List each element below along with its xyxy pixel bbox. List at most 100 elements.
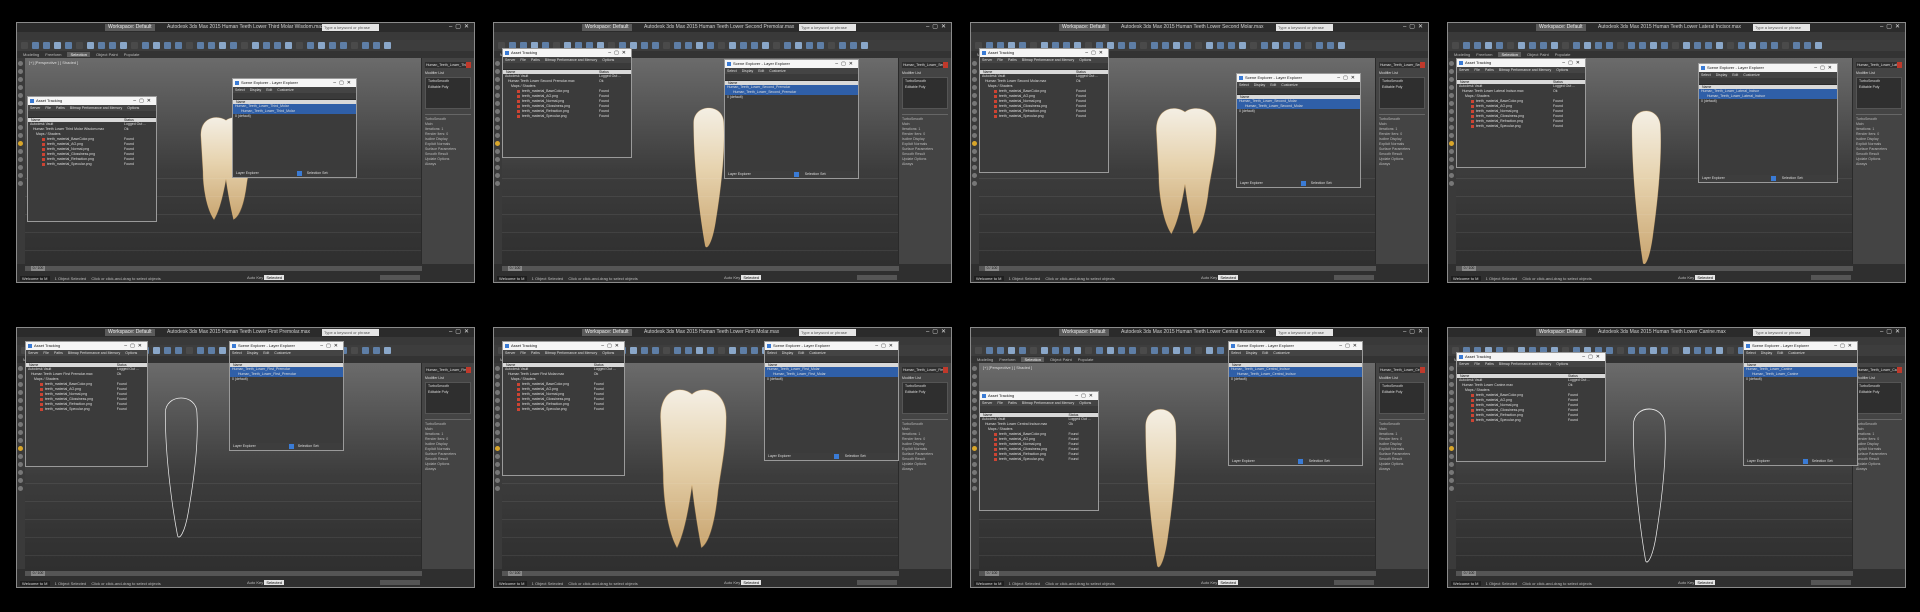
toolbar-icon[interactable]	[32, 42, 39, 49]
dialog-menu-item[interactable]: File	[520, 58, 526, 62]
viewport-tool-icon[interactable]	[495, 125, 500, 130]
dialog-window-controls[interactable]: –▢✕	[333, 79, 354, 87]
autokey-button[interactable]: Auto Key	[247, 275, 263, 280]
playback-controls[interactable]	[857, 275, 897, 280]
object-color-swatch[interactable]	[943, 367, 948, 373]
toolbar-icon[interactable]	[1452, 42, 1459, 49]
viewport-tool-icon[interactable]	[972, 422, 977, 427]
dialog-menu-item[interactable]: Options	[127, 106, 139, 110]
viewport-tool-icon[interactable]	[495, 157, 500, 162]
toolbar-icon[interactable]	[164, 42, 171, 49]
dialog-menu-item[interactable]: File	[45, 106, 51, 110]
toolbar-icon[interactable]	[164, 347, 171, 354]
modifier-editable-poly[interactable]: Editable Poly	[903, 84, 947, 90]
toolbar-icon[interactable]	[219, 42, 226, 49]
left-toolbar[interactable]	[971, 58, 979, 264]
turbosmooth-option[interactable]: Always	[1856, 467, 1902, 472]
layer-list[interactable]: Human_Teeth_Lower_Second_Premolar Human_T…	[725, 85, 858, 171]
viewport-tool-icon[interactable]	[1449, 478, 1454, 483]
time-slider-knob[interactable]: 0 / 100	[985, 266, 999, 271]
dialog-toolbar[interactable]	[230, 356, 343, 363]
window-controls[interactable]: –▢✕	[926, 23, 949, 32]
turbosmooth-rollout[interactable]: TurboSmooth Main Iterations: 1 Render Iter…	[902, 419, 948, 472]
viewport-tool-icon[interactable]	[495, 85, 500, 90]
dialog-menu-item[interactable]: Display	[742, 69, 753, 73]
object-name-field[interactable]: Human_Teeth_Lower_Second_Premolar	[902, 62, 948, 68]
toolbar-icon[interactable]	[263, 42, 270, 49]
toolbar-icon[interactable]	[1518, 42, 1525, 49]
toolbar-icon[interactable]	[120, 42, 127, 49]
toolbar-icon[interactable]	[296, 42, 303, 49]
toolbar-icon[interactable]	[1151, 42, 1158, 49]
toolbar-icon[interactable]	[351, 42, 358, 49]
viewport-tool-icon[interactable]	[1449, 157, 1454, 162]
object-name-field[interactable]: Human_Teeth_Lower_Second_Molar	[1379, 62, 1425, 68]
dialog-menu-item[interactable]: Server	[1459, 362, 1469, 366]
ribbon-tabs[interactable]: Modeling Freeform Selection Object Paint Pop…	[1448, 51, 1905, 58]
dialog-menu-item[interactable]: Edit	[1262, 351, 1268, 355]
object-name-field[interactable]: Human_Teeth_Lower_First_Premolar	[425, 367, 471, 373]
toolbar-icon[interactable]	[1551, 42, 1558, 49]
viewport-tool-icon[interactable]	[1449, 93, 1454, 98]
layer-list[interactable]: Human_Teeth_Lower_Lateral_Incisor Human_T…	[1699, 89, 1837, 175]
modifier-editable-poly[interactable]: Editable Poly	[1857, 389, 1901, 395]
dialog-menu-item[interactable]: Select	[727, 69, 737, 73]
object-name-field[interactable]: Human_Teeth_Lower_Central_Incisor	[1379, 367, 1425, 373]
dialog-menu-item[interactable]: Server	[505, 351, 515, 355]
playback-controls[interactable]	[380, 275, 420, 280]
toolbar-icon[interactable]	[131, 42, 138, 49]
viewport-tool-icon[interactable]	[495, 446, 500, 451]
viewport-tool-icon[interactable]	[972, 430, 977, 435]
time-slider-knob[interactable]: 0 / 100	[1462, 266, 1476, 271]
viewport-tool-icon[interactable]	[972, 165, 977, 170]
viewport-tool-icon[interactable]	[495, 181, 500, 186]
toolbar-icon[interactable]	[153, 347, 160, 354]
explorer-type[interactable]: Layer Explorer	[1747, 459, 1770, 463]
toolbar-icon[interactable]	[1727, 347, 1734, 354]
workspace-selector[interactable]: Workspace: Default	[1059, 329, 1109, 336]
modifier-stack[interactable]: TurboSmooth Editable Poly	[1856, 382, 1902, 414]
asset-list[interactable]: Autodesk Vault Logged Out ... Human Teeth …	[980, 74, 1108, 172]
viewport-tool-icon[interactable]	[18, 486, 23, 491]
viewport-tool-icon[interactable]	[495, 141, 500, 146]
modifier-editable-poly[interactable]: Editable Poly	[426, 389, 470, 395]
toolbar-icon[interactable]	[1661, 347, 1668, 354]
tooth-model[interactable]	[1621, 100, 1673, 264]
maxscript-listener[interactable]: Welcome to M	[974, 276, 1004, 281]
autokey-area[interactable]: Auto Key Selected	[724, 580, 761, 585]
dialog-window-controls[interactable]: –▢✕	[1339, 342, 1360, 350]
modifier-stack[interactable]: TurboSmooth Editable Poly	[902, 382, 948, 414]
toolbar-icon[interactable]	[1650, 42, 1657, 49]
dialog-window-controls[interactable]: –▢✕	[1562, 59, 1583, 67]
dialog-menu-item[interactable]: Edit	[266, 88, 272, 92]
autokey-button[interactable]: Auto Key	[1678, 580, 1694, 585]
turbosmooth-option[interactable]: Always	[902, 467, 948, 472]
time-slider-knob[interactable]: 0 / 100	[508, 571, 522, 576]
asset-list[interactable]: Autodesk Vault Logged Out ... Human Teeth …	[503, 367, 624, 475]
dialog-menu-item[interactable]: Select	[1701, 73, 1711, 77]
time-slider-knob[interactable]: 0 / 100	[31, 266, 45, 271]
dialog-menu-item[interactable]: Options	[1556, 362, 1568, 366]
time-slider-knob[interactable]: 0 / 100	[508, 266, 522, 271]
time-slider[interactable]: 0 / 100	[979, 266, 1376, 271]
toolbar-icon[interactable]	[707, 347, 714, 354]
toolbar-icon[interactable]	[1683, 42, 1690, 49]
autokey-area[interactable]: Auto Key Selected	[247, 275, 284, 280]
workspace-selector[interactable]: Workspace: Default	[105, 24, 155, 31]
toolbar-icon[interactable]	[795, 42, 802, 49]
autokey-area[interactable]: Auto Key Selected	[247, 580, 284, 585]
dialog-menu-item[interactable]: Paths	[1008, 58, 1017, 62]
dialog-toolbar[interactable]	[233, 93, 356, 100]
toolbar-icon[interactable]	[1184, 347, 1191, 354]
toolbar-icon[interactable]	[43, 42, 50, 49]
viewport-tool-icon[interactable]	[495, 101, 500, 106]
toolbar-icon[interactable]	[1239, 42, 1246, 49]
dialog-toolbar[interactable]	[980, 406, 1098, 413]
asset-list[interactable]: Autodesk Vault Logged Out ... Human Teeth …	[1457, 84, 1585, 167]
viewport-tool-icon[interactable]	[18, 382, 23, 387]
toolbar-icon[interactable]	[707, 42, 714, 49]
toolbar-icon[interactable]	[1008, 347, 1015, 354]
dialog-menu-item[interactable]: Select	[1746, 351, 1756, 355]
object-name-field[interactable]: Human_Teeth_Lower_Canine	[1856, 367, 1902, 373]
viewport-tool-icon[interactable]	[972, 390, 977, 395]
